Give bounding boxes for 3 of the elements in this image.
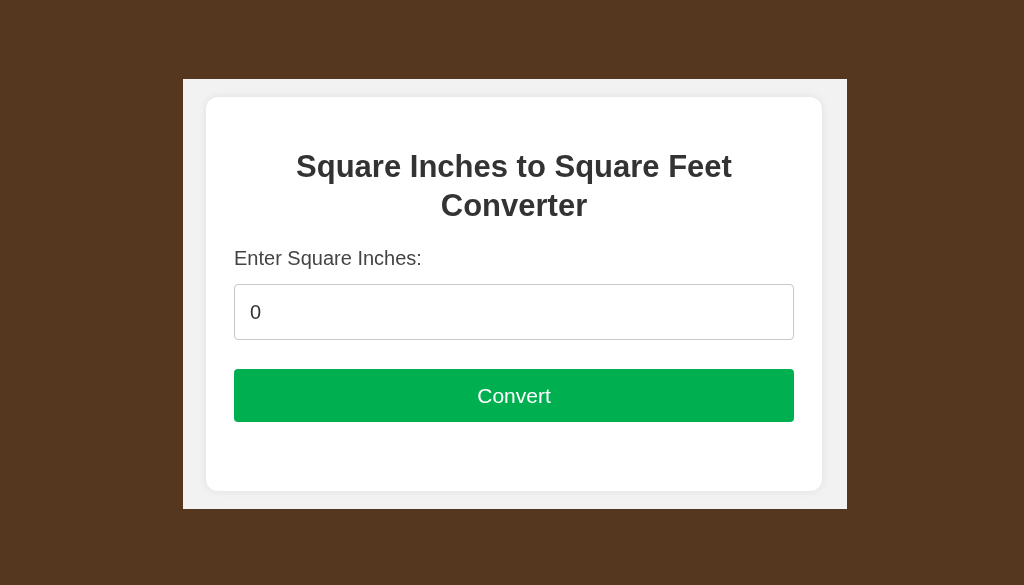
input-field[interactable]: 0 xyxy=(234,284,794,340)
converter-title: Square Inches to Square Feet Converter xyxy=(295,148,733,225)
input-label: Enter Square Inches: xyxy=(234,247,422,270)
